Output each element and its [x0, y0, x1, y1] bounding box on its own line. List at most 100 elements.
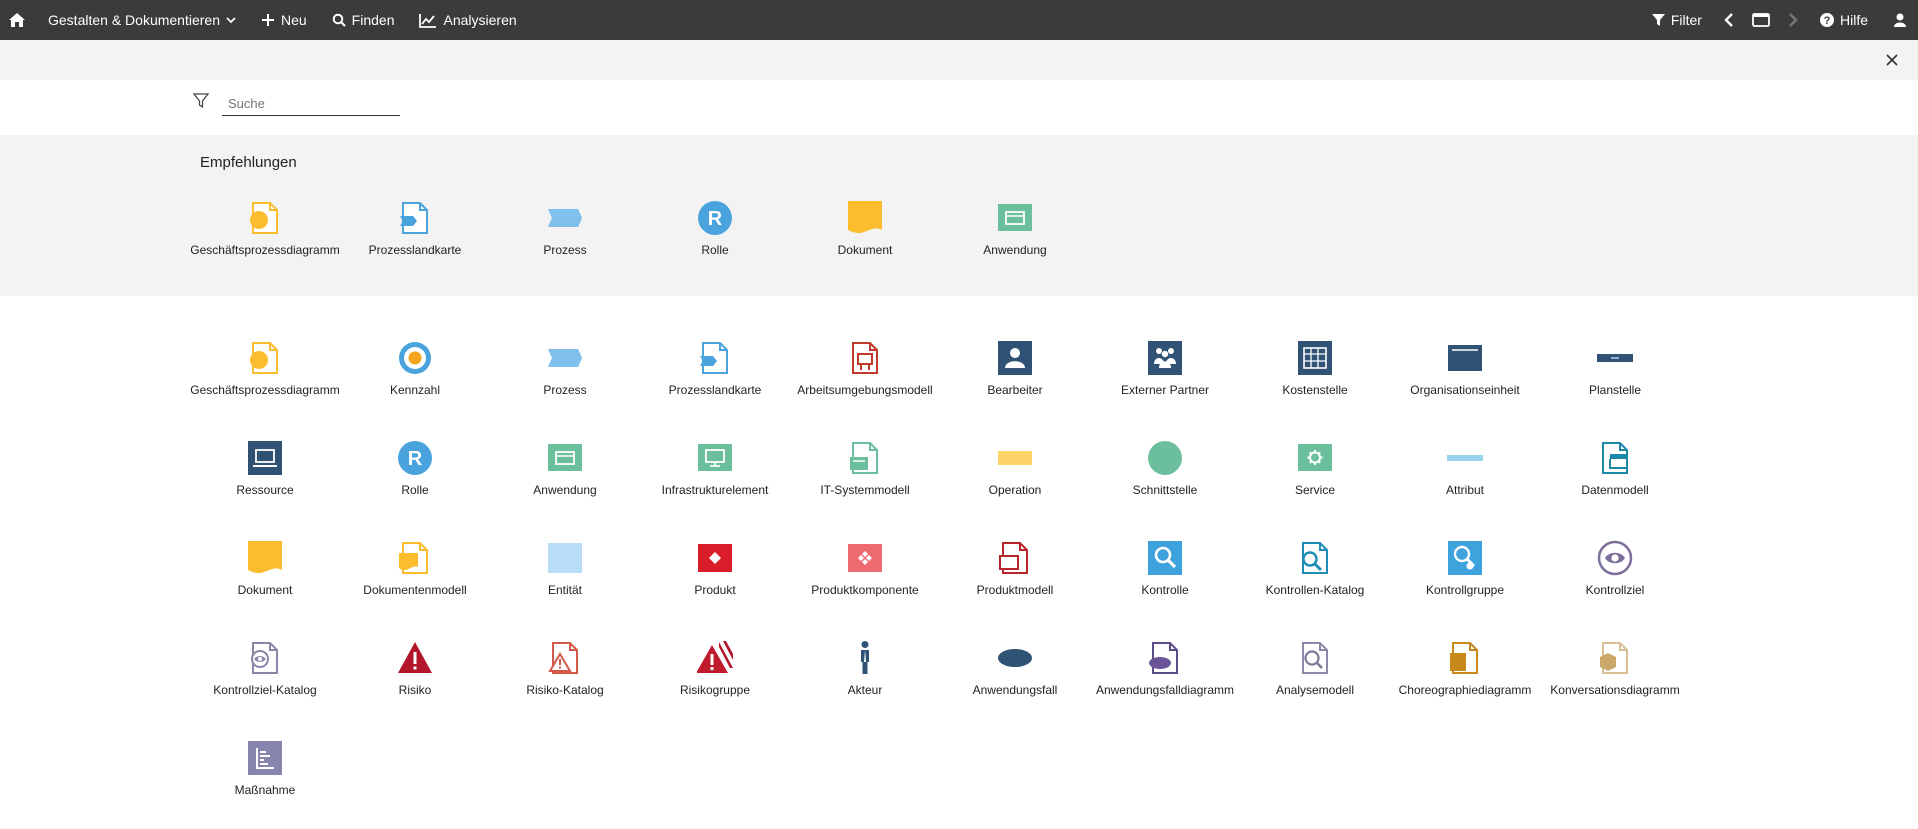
anwendung-icon — [997, 200, 1033, 236]
object-type-tile[interactable]: Operation — [940, 440, 1090, 520]
object-type-tile[interactable]: Prozesslandkarte — [640, 340, 790, 420]
object-type-tile[interactable]: Anwendung — [490, 440, 640, 520]
kontrollzielkatalog-icon — [247, 640, 283, 676]
recommendation-tile[interactable]: Anwendung — [940, 200, 1090, 280]
planstelle-icon — [1597, 340, 1633, 376]
svg-text:R: R — [708, 208, 723, 230]
object-type-tile[interactable]: Kontrolle — [1090, 540, 1240, 620]
menu-analysieren[interactable]: Analysieren — [419, 12, 517, 28]
attribut-icon — [1447, 440, 1483, 476]
menu-finden[interactable]: Finden — [332, 12, 395, 28]
object-type-tile[interactable]: Externer Partner — [1090, 340, 1240, 420]
kontrolle-icon — [1147, 540, 1183, 576]
plk-icon — [397, 200, 433, 236]
object-type-tile[interactable]: Dokumentenmodell — [340, 540, 490, 620]
kostenstelle-icon — [1297, 340, 1333, 376]
home-button[interactable] — [9, 13, 25, 27]
recommendation-tile[interactable]: Geschäftsprozessdiagramm — [190, 200, 340, 280]
object-type-label: Dokument — [237, 583, 293, 597]
recommendations-section: Empfehlungen Geschäftsprozessdiagramm Pro… — [0, 135, 1918, 296]
bpd-icon — [247, 200, 283, 236]
filter-icon — [1651, 13, 1665, 27]
menu-neu-label: Neu — [280, 12, 307, 28]
object-type-tile[interactable]: Kontrollziel-Katalog — [190, 640, 340, 720]
object-type-label: Prozesslandkarte — [668, 383, 762, 397]
object-type-tile[interactable]: Infrastrukturelement — [640, 440, 790, 520]
object-type-label: Produktmodell — [976, 583, 1054, 597]
object-type-label: Produktkomponente — [811, 583, 919, 597]
object-type-label: Infrastrukturelement — [661, 483, 769, 497]
user-button[interactable] — [1894, 13, 1906, 27]
recommendation-label: Rolle — [701, 243, 729, 257]
close-button[interactable] — [1882, 50, 1902, 70]
object-type-label: Organisationseinheit — [1410, 383, 1520, 397]
object-type-tile[interactable]: Organisationseinheit — [1390, 340, 1540, 420]
help-button[interactable]: ? Hilfe — [1819, 12, 1868, 28]
object-type-tile[interactable]: Akteur — [790, 640, 940, 720]
object-type-tile[interactable]: Risiko — [340, 640, 490, 720]
object-type-tile[interactable]: R Rolle — [340, 440, 490, 520]
recommendation-tile[interactable]: Prozesslandkarte — [340, 200, 490, 280]
massnahme-icon — [247, 740, 283, 776]
object-type-tile[interactable]: Attribut — [1390, 440, 1540, 520]
recommendation-label: Geschäftsprozessdiagramm — [190, 243, 340, 257]
object-type-tile[interactable]: Produkt — [640, 540, 790, 620]
filter-icon[interactable] — [192, 93, 210, 114]
object-type-tile[interactable]: Kostenstelle — [1240, 340, 1390, 420]
plus-icon — [261, 13, 275, 27]
object-type-tile[interactable]: Anwendungsfall — [940, 640, 1090, 720]
object-type-tile[interactable]: Geschäftsprozessdiagramm — [190, 340, 340, 420]
menu-gestalten-dokumentieren[interactable]: Gestalten & Dokumentieren — [48, 12, 236, 28]
object-type-tile[interactable]: Kontrollziel — [1540, 540, 1690, 620]
object-type-tile[interactable]: Bearbeiter — [940, 340, 1090, 420]
object-type-label: Dokumentenmodell — [363, 583, 467, 597]
chevron-right-icon — [1788, 13, 1798, 27]
object-type-tile[interactable]: IT-Systemmodell — [790, 440, 940, 520]
back-button[interactable] — [1724, 13, 1734, 27]
recommendation-tile[interactable]: Dokument — [790, 200, 940, 280]
recommendation-tile[interactable]: Prozess — [490, 200, 640, 280]
object-type-tile[interactable]: Choreographiediagramm — [1390, 640, 1540, 720]
object-type-tile[interactable]: Schnittstelle — [1090, 440, 1240, 520]
service-icon — [1297, 440, 1333, 476]
top-navigation-bar: Gestalten & Dokumentieren Neu Finden Ana… — [0, 0, 1918, 40]
object-type-tile[interactable]: Maßnahme — [190, 740, 340, 820]
window-button[interactable] — [1752, 13, 1770, 27]
forward-button[interactable] — [1788, 13, 1798, 27]
dokument-icon — [247, 540, 283, 576]
object-type-tile[interactable]: Prozess — [490, 340, 640, 420]
object-type-label: Operation — [988, 483, 1042, 497]
filter-button[interactable]: Filter — [1651, 12, 1702, 28]
object-type-tile[interactable]: Kennzahl — [340, 340, 490, 420]
object-type-label: Kontrollziel — [1585, 583, 1645, 597]
object-type-label: Produkt — [694, 583, 736, 597]
risiko-icon — [397, 640, 433, 676]
menu-finden-label: Finden — [351, 12, 395, 28]
risikogruppe-icon — [697, 640, 733, 676]
rolle-icon: R — [397, 440, 433, 476]
object-type-tile[interactable]: Dokument — [190, 540, 340, 620]
menu-neu[interactable]: Neu — [261, 12, 307, 28]
object-type-tile[interactable]: Kontrollgruppe — [1390, 540, 1540, 620]
object-type-tile[interactable]: Analysemodell — [1240, 640, 1390, 720]
search-input[interactable] — [222, 92, 400, 116]
window-icon — [1752, 13, 1770, 27]
object-type-label: Anwendung — [533, 483, 597, 497]
object-type-tile[interactable]: Anwendungsfalldiagramm — [1090, 640, 1240, 720]
object-type-tile[interactable]: Kontrollen-Katalog — [1240, 540, 1390, 620]
bearbeiter-icon — [997, 340, 1033, 376]
object-type-tile[interactable]: Ressource — [190, 440, 340, 520]
object-type-tile[interactable]: Service — [1240, 440, 1390, 520]
konversation-icon — [1597, 640, 1633, 676]
object-type-tile[interactable]: Arbeitsumgebungsmodell — [790, 340, 940, 420]
object-type-tile[interactable]: Datenmodell — [1540, 440, 1690, 520]
object-type-tile[interactable]: Risiko-Katalog — [490, 640, 640, 720]
recommendation-tile[interactable]: R Rolle — [640, 200, 790, 280]
object-type-tile[interactable]: Konversationsdiagramm — [1540, 640, 1690, 720]
object-type-label: Service — [1294, 483, 1335, 497]
object-type-tile[interactable]: Produktkomponente — [790, 540, 940, 620]
object-type-tile[interactable]: Produktmodell — [940, 540, 1090, 620]
object-type-tile[interactable]: Planstelle — [1540, 340, 1690, 420]
object-type-tile[interactable]: Risikogruppe — [640, 640, 790, 720]
object-type-tile[interactable]: Entität — [490, 540, 640, 620]
